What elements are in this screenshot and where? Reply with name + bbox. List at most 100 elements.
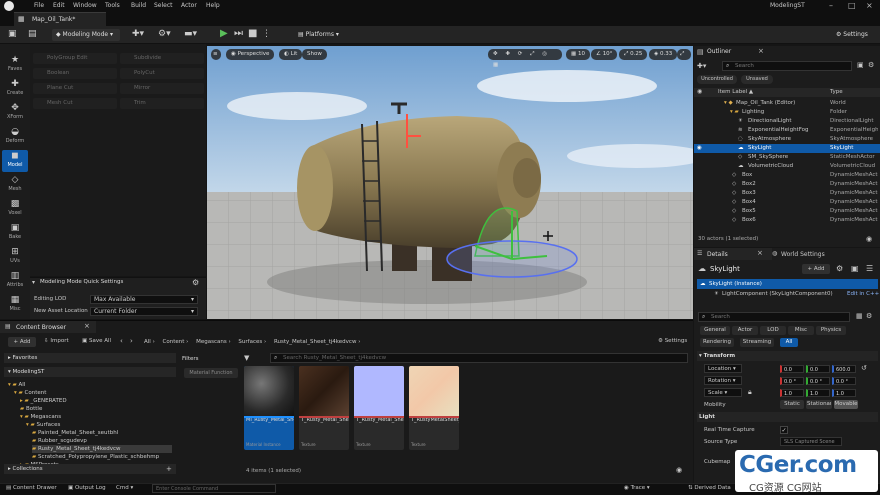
menu-help[interactable]: Help <box>206 2 220 9</box>
outliner-row[interactable]: ▾ ▰ Lighting Folder <box>694 108 880 117</box>
blueprint-icon[interactable]: ⚙▾ <box>158 29 171 39</box>
tree-item[interactable]: ▾ ▰ All <box>8 381 172 389</box>
browse-icon[interactable]: ▤ <box>28 29 37 39</box>
edit-cpp-link[interactable]: Edit in C++ <box>847 291 879 297</box>
outliner-close-icon[interactable]: × <box>758 47 764 55</box>
world-settings-tab[interactable]: World Settings <box>781 251 825 258</box>
location-y[interactable]: 0.0 <box>806 365 830 373</box>
blueprint-icon[interactable]: ⚙ <box>836 264 843 273</box>
tree-item-selected[interactable]: ▰ Rusty_Metal_Sheet_tj4kedvcw <box>32 445 172 453</box>
outliner-row[interactable]: ▾ ◆ Map_Oil_Tank (Editor) World <box>694 99 880 108</box>
viewport-menu-icon[interactable]: ≡ <box>211 49 221 60</box>
new-asset-location-dropdown[interactable]: Current Folder ▾ <box>90 307 198 316</box>
reset-icon[interactable]: ↺ <box>861 364 867 372</box>
breadcrumb-item[interactable]: All <box>144 339 151 345</box>
outliner-row[interactable]: ☁ VolumetricCloud VolumetricCloud <box>694 162 880 171</box>
tab-general[interactable]: General <box>700 326 730 335</box>
tool-polycut[interactable]: PolyCut <box>120 68 204 79</box>
outliner-row[interactable]: ◇ Box6 DynamicMeshActor <box>694 216 880 225</box>
menu-actor[interactable]: Actor <box>181 2 197 9</box>
breadcrumb-item[interactable]: Surfaces <box>238 339 262 345</box>
lock-scale-icon[interactable]: 🔒︎ <box>748 388 752 397</box>
output-log-button[interactable]: ▣ Output Log <box>68 485 106 491</box>
outliner-row[interactable]: ◇ Box4 DynamicMeshActor <box>694 198 880 207</box>
outliner-search[interactable]: ⌕ Search <box>722 61 852 71</box>
tab-actor[interactable]: Actor <box>732 326 758 335</box>
mobility-stationary[interactable]: Stationary <box>806 400 832 409</box>
source-type-dropdown[interactable]: SLS Captured Scene <box>780 437 842 446</box>
editing-lod-dropdown[interactable]: Max Available ▾ <box>90 295 198 304</box>
close-icon[interactable]: × <box>84 322 90 330</box>
mode-mesh[interactable]: ◇ Mesh <box>2 174 28 196</box>
menu-file[interactable]: File <box>34 2 44 9</box>
level-viewport[interactable] <box>207 46 693 319</box>
save-all-button[interactable]: ▣ Save All <box>82 338 111 344</box>
scale-x[interactable]: 1.0 <box>780 389 804 397</box>
menu-tools[interactable]: Tools <box>105 2 120 9</box>
tool-subdivide[interactable]: Subdivide <box>120 53 204 64</box>
tool-polygroup-edit[interactable]: PolyGroup Edit <box>33 53 117 64</box>
add-collection-icon[interactable]: + <box>166 465 172 473</box>
mode-xform[interactable]: ✥ XForm <box>2 102 28 124</box>
filters-label[interactable]: Filters <box>182 356 199 362</box>
lit-button[interactable]: ◐ Lit <box>279 49 303 60</box>
filter-uncontrolled[interactable]: Uncontrolled <box>697 75 737 84</box>
breadcrumb-item[interactable]: Content <box>163 339 185 345</box>
type-header[interactable]: Type <box>830 89 843 95</box>
mode-misc[interactable]: ▦ Misc <box>2 294 28 316</box>
rotation-x[interactable]: 0.0 ° <box>780 377 804 385</box>
mode-deform[interactable]: ◒ Deform <box>2 126 28 148</box>
outliner-row[interactable]: ◇ Box2 DynamicMeshActor <box>694 180 880 189</box>
cinematics-icon[interactable]: ▬▾ <box>184 29 197 39</box>
outliner-row[interactable]: ◌ SkyAtmosphere SkyAtmosphere <box>694 135 880 144</box>
gear-icon[interactable]: ⚙ <box>866 312 872 320</box>
menu-edit[interactable]: Edit <box>53 2 65 9</box>
details-search[interactable]: ⌕ Search <box>698 312 850 322</box>
outliner-row[interactable]: ◇ Box5 DynamicMeshActor <box>694 207 880 216</box>
grid-view-icon[interactable]: ▦ <box>856 312 863 320</box>
minimize-icon[interactable]: – <box>829 1 833 10</box>
asset-search[interactable]: ⌕ Search Rusty_Metal_Sheet_tj4kedvcw <box>270 353 688 363</box>
asset-tile[interactable]: T_RustyMetalSheet_tj4kedvcw_2K_ORDp Text… <box>409 366 459 450</box>
maximize-icon[interactable]: □ <box>848 1 856 10</box>
mode-faves[interactable]: ★ Faves <box>2 54 28 76</box>
lock-icon[interactable]: ▣ <box>851 264 859 273</box>
tab-lod[interactable]: LOD <box>760 326 786 335</box>
add-component-button[interactable]: + Add <box>802 264 830 274</box>
location-x[interactable]: 0.0 <box>780 365 804 373</box>
unreal-logo-icon[interactable] <box>4 1 14 11</box>
content-drawer-button[interactable]: ▤ Content Drawer <box>6 485 57 491</box>
location-dropdown[interactable]: Location ▾ <box>704 364 742 373</box>
scale-y[interactable]: 1.0 <box>806 389 830 397</box>
tab-rendering[interactable]: Rendering <box>700 338 734 347</box>
add-icon[interactable]: ✚▾ <box>697 62 706 70</box>
mobility-static[interactable]: Static <box>780 400 804 409</box>
filter-unsaved[interactable]: Unsaved <box>741 75 773 84</box>
tree-item[interactable]: ▾ ▰ Content <box>14 389 178 397</box>
view-icon[interactable]: ☰ <box>866 264 873 273</box>
filter-icon[interactable]: ▼ <box>244 354 249 362</box>
show-button[interactable]: Show <box>302 49 327 60</box>
outliner-row-selected[interactable]: ◉ ☁ SkyLight SkyLight <box>694 144 880 153</box>
item-label-header[interactable]: Item Label ▲ <box>718 89 753 95</box>
mode-attribs[interactable]: ▥ Attribs <box>2 270 28 292</box>
camera-speed[interactable]: ◈ 0.33 <box>649 49 678 60</box>
filter-chip[interactable]: Material Function <box>184 368 238 378</box>
tree-item[interactable]: ▰ Painted_Metal_Sheet_seutbhl <box>32 429 172 437</box>
back-icon[interactable]: ‹ <box>120 337 123 345</box>
view-options-icon[interactable]: ◉ <box>676 466 682 474</box>
tree-item[interactable]: ▰ Bottle <box>20 405 184 413</box>
tab-streaming[interactable]: Streaming <box>740 338 774 347</box>
derived-data-button[interactable]: ⇅ Derived Data <box>688 485 731 491</box>
mode-model[interactable]: ◼ Model <box>2 150 28 172</box>
visibility-icon[interactable]: ◉ <box>697 144 702 153</box>
menu-build[interactable]: Build <box>131 2 146 9</box>
menu-select[interactable]: Select <box>154 2 173 9</box>
settings-dropdown[interactable]: ⚙ Settings <box>832 29 876 41</box>
add-button[interactable]: + Add <box>8 337 36 347</box>
tree-item[interactable]: ▾ ▰ Surfaces <box>26 421 190 429</box>
play-next-icon[interactable]: ⏭ <box>234 28 243 39</box>
outliner-row[interactable]: ☀ DirectionalLight DirectionalLight <box>694 117 880 126</box>
mode-create[interactable]: ✚ Create <box>2 78 28 100</box>
tab-all[interactable]: All <box>780 338 798 347</box>
